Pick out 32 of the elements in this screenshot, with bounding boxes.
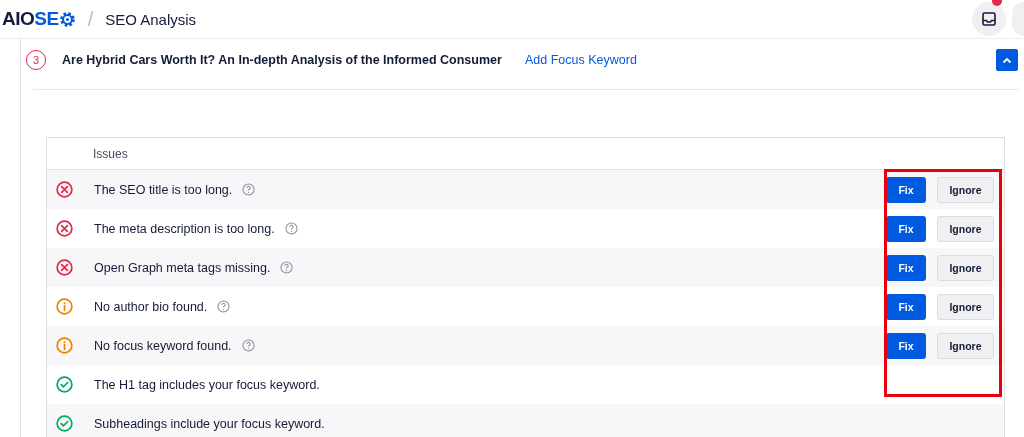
fix-button[interactable]: Fix: [886, 176, 926, 203]
post-title: Are Hybrid Cars Worth It? An In-depth Analysis of the Informed Consumer: [62, 53, 503, 67]
help-icon[interactable]: [284, 222, 298, 235]
help-icon[interactable]: [242, 183, 256, 196]
issue-text: Open Graph meta tags missing.: [94, 260, 271, 275]
inbox-icon: [982, 12, 996, 26]
fix-button[interactable]: Fix: [886, 293, 926, 320]
help-icon[interactable]: [217, 300, 231, 313]
fix-button[interactable]: Fix: [886, 332, 926, 359]
ignore-button[interactable]: Ignore: [937, 215, 994, 242]
help-icon[interactable]: [280, 261, 294, 274]
add-focus-keyword-link[interactable]: Add Focus Keyword: [525, 53, 637, 67]
issue-text: The SEO title is too long.: [94, 182, 233, 197]
collapse-button[interactable]: [996, 49, 1018, 71]
page-title: SEO Analysis: [105, 10, 197, 28]
issue-text: The H1 tag includes your focus keyword.: [94, 377, 320, 392]
column-header: Issues: [93, 146, 128, 161]
ignore-button[interactable]: Ignore: [937, 293, 994, 320]
fix-button[interactable]: Fix: [886, 215, 926, 242]
help-icon[interactable]: [241, 339, 255, 352]
issue-text: Subheadings include your focus keyword.: [94, 416, 325, 431]
logo: AIOSE: [2, 8, 76, 30]
ignore-button[interactable]: Ignore: [937, 332, 994, 359]
ignore-button[interactable]: Ignore: [937, 176, 994, 203]
breadcrumb-separator: /: [87, 7, 94, 31]
ignore-button[interactable]: Ignore: [937, 254, 994, 281]
issue-text: No author bio found.: [94, 299, 208, 314]
chevron-up-icon: [1002, 56, 1012, 64]
fix-button[interactable]: Fix: [886, 254, 926, 281]
notifications-button[interactable]: [972, 2, 1006, 36]
issue-text: No focus keyword found.: [94, 338, 232, 353]
issue-text: The meta description is too long.: [94, 221, 275, 236]
